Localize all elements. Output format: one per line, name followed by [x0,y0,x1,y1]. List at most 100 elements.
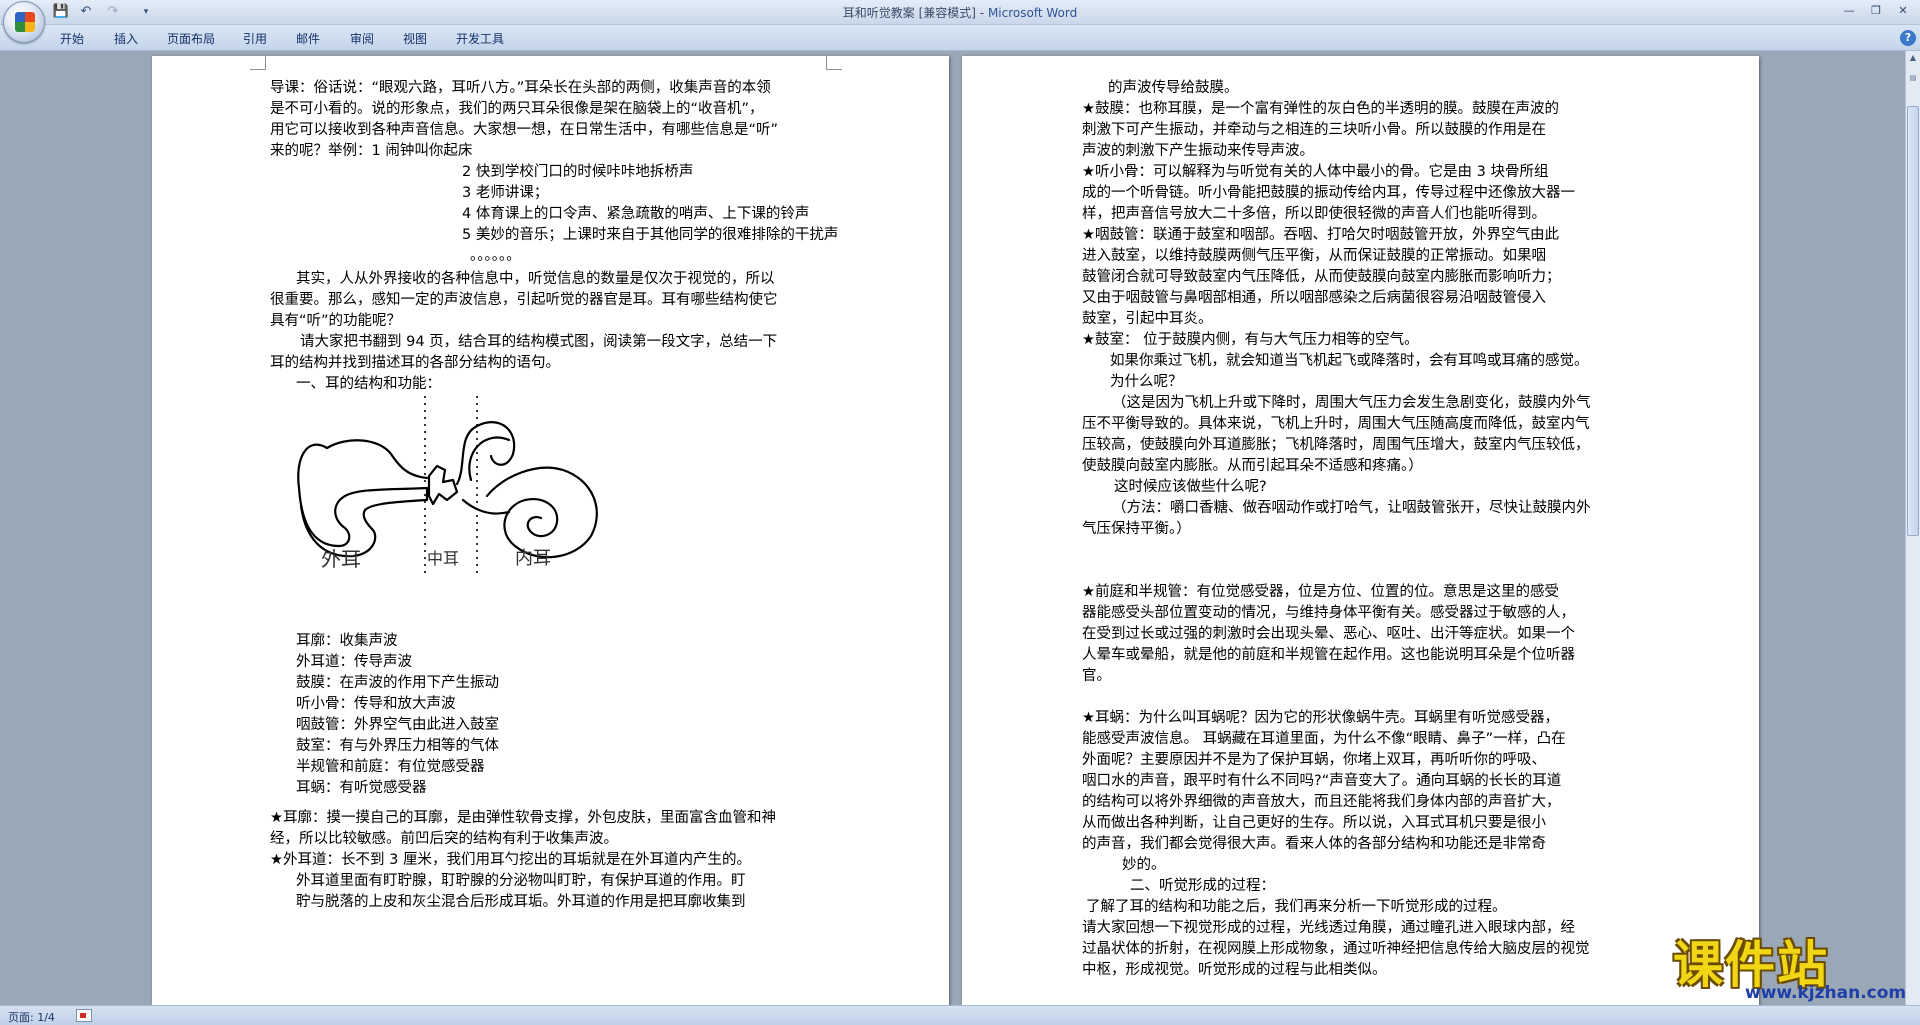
tab-references[interactable]: 引用 [243,30,267,47]
paragraph-line: 鼓室：有与外界压力相等的气体 [296,738,499,754]
tab-insert[interactable]: 插入 [114,30,138,47]
paragraph-line: ★听小骨：可以解释为与听觉有关的人体中最小的骨。它是由 3 块骨所组 [1082,164,1549,180]
paragraph-line: 的声音，我们都会觉得很大声。看来人体的各部分结构和功能还是非常奇 [1082,836,1546,852]
paragraph-line: 外面呢？主要原因并不是为了保护耳蜗，你堵上双耳，再听听你的呼吸、 [1082,752,1546,768]
tab-review[interactable]: 审阅 [350,30,374,47]
document-name: 耳和听觉教案 [兼容模式] [842,6,976,20]
app-name: Microsoft Word [987,6,1078,20]
label-outer-ear: 外耳 [321,547,361,571]
paragraph-line: 刺激下可产生振动，并牵动与之相连的三块听小骨。所以鼓膜的作用是在 [1082,122,1546,138]
paragraph-line: 咽口水的声音，跟平时有什么不同吗?“声音变大了。通向耳蜗的长长的耳道 [1082,773,1562,789]
paragraph-line: 这时候应该做些什么呢? [1114,479,1267,495]
vertical-scrollbar[interactable]: ▲ ▤ [1905,51,1920,1005]
paragraph-line: 声波的刺激下产生振动来传导声波。 [1082,143,1314,159]
document-page-1[interactable]: 导课：俗话说：“眼观六路，耳听八方。”耳朵长在头部的两侧，收集声音的本领 是不可小… [152,56,949,1005]
paragraph-line: 来的呢？举例：1 闹钟叫你起床 [270,143,473,159]
paragraph-line: 妙的。 [1122,857,1166,873]
ribbon-tabs: 开始 插入 页面布局 引用 邮件 审阅 视图 开发工具 ? [0,25,1920,51]
site-watermark: 课件站 www.kjzhan.com [1673,925,1918,1005]
tab-home[interactable]: 开始 [60,30,84,47]
paragraph-line: ★耳蜗：为什么叫耳蜗呢？因为它的形状像蜗牛壳。耳蜗里有听觉感受器， [1082,710,1559,726]
paragraph-line: 气压保持平衡。） [1082,521,1191,537]
paragraph-line: 用它可以接收到各种声音信息。大家想一想，在日常生活中，有哪些信息是“听” [270,122,779,138]
paragraph-line: 器能感受头部位置变动的情况，与维持身体平衡有关。感受器过于敏感的人， [1082,605,1575,621]
paragraph-line: 样，把声音信号放大二十多倍，所以即使很轻微的声音人们也能听得到。 [1082,206,1546,222]
paragraph-line: 压较高，使鼓膜向外耳道膨胀；飞机降落时，周围气压增大，鼓室内气压较低， [1082,437,1590,453]
paragraph-line: 4 体育课上的口令声、紧急疏散的哨声、上下课的铃声 [462,206,810,222]
paragraph-line: ★咽鼓管：联通于鼓室和咽部。吞咽、打哈欠时咽鼓管开放，外界空气由此 [1082,227,1559,243]
paragraph-line: 耳的结构并找到描述耳的各部分结构的语句。 [270,355,560,371]
page-count[interactable]: 页面: 1/4 [8,1009,55,1025]
maximize-button[interactable]: ❐ [1863,2,1889,20]
paragraph-line: 鼓膜：在声波的作用下产生振动 [296,675,499,691]
cochlea-link [461,498,511,515]
semicircular-canal [468,436,511,482]
scrollbar-thumb[interactable] [1907,106,1919,536]
paragraph-line: 的声波传导给鼓膜。 [1108,80,1239,96]
paragraph-line: 为什么呢？ [1110,374,1183,390]
minimize-button[interactable]: — [1836,2,1862,20]
paragraph-line: 5 美妙的音乐；上课时来自于其他同学的很难排除的干扰声 [462,227,839,243]
paragraph-line: 鼓管闭合就可导致鼓室内气压降低，从而使鼓膜向鼓室内膨胀而影响听力； [1082,269,1561,285]
close-button[interactable]: ✕ [1890,2,1916,20]
title-separator: - [975,6,988,20]
label-middle-ear: 中耳 [427,549,459,568]
paragraph-line: ★前庭和半规管：有位觉感受器，位是方位、位置的位。意思是这里的感受 [1082,584,1559,600]
paragraph-line: 很重要。那么，感知一定的声波信息，引起听觉的器官是耳。耳有哪些结构使它 [270,292,778,308]
paragraph-line: 其实，人从外界接收的各种信息中，听觉信息的数量是仅次于视觉的，所以 [296,271,775,287]
paragraph-line: 半规管和前庭：有位觉感受器 [296,759,485,775]
office-button[interactable] [3,1,45,43]
paragraph-line: 如果你乘过飞机，就会知道当飞机起飞或降落时，会有耳鸣或耳痛的感觉。 [1110,353,1589,369]
paragraph-line: 具有“听”的功能呢？ [270,313,402,329]
paragraph-line: 外耳道里面有盯聍腺，耵聍腺的分泌物叫盯聍，有保护耳道的作用。盯 [296,873,746,889]
paragraph-line: 2 快到学校门口的时候咔咔地拆桥声 [462,164,694,180]
paragraph-line: （这是因为飞机上升或下降时，周围大气压力会发生急剧变化，鼓膜内外气 [1112,395,1591,411]
paragraph-line: 压不平衡导致的。具体来说，飞机上升时，周围大气压随高度而降低，鼓室内气 [1082,416,1590,432]
paragraph-line: 一、耳的结构和功能： [296,376,441,392]
scroll-up-icon[interactable]: ▲ [1908,53,1918,63]
paragraph-line: 能感受声波信息。 耳蜗藏在耳道里面，为什么不像“眼睛、鼻子”一样，凸在 [1082,731,1566,747]
paragraph-line: 成的一个听骨链。听小骨能把鼓膜的振动传给内耳，传导过程中还像放大器一 [1082,185,1575,201]
paragraph-line: ★耳廓：摸一摸自己的耳廓，是由弹性软骨支撑，外包皮肤，里面富含血管和神 [270,810,776,826]
proofing-status-icon[interactable] [76,1009,92,1022]
paragraph-line: 了解了耳的结构和功能之后，我们再来分析一下听觉形成的过程。 [1086,899,1507,915]
title-bar: 💾 ↶ ↷ ▾ 耳和听觉教案 [兼容模式] - Microsoft Word —… [0,0,1920,43]
help-icon[interactable]: ? [1900,30,1916,46]
paragraph-line: 经，所以比较敏感。前凹后突的结构有利于收集声波。 [270,831,618,847]
tab-page-layout[interactable]: 页面布局 [167,30,215,47]
tab-mailings[interactable]: 邮件 [296,30,320,47]
paragraph-line: ★鼓膜：也称耳膜，是一个富有弹性的灰白色的半透明的膜。鼓膜在声波的 [1082,101,1559,117]
document-page-2[interactable]: 的声波传导给鼓膜。 ★鼓膜：也称耳膜，是一个富有弹性的灰白色的半透明的膜。鼓膜在声… [962,56,1759,1005]
paragraph-line: 3 老师讲课； [462,185,549,201]
paragraph-line: 官。 [1082,668,1111,684]
paragraph-line: 请大家回想一下视觉形成的过程，光线透过角膜，通过瞳孔进入眼球内部，经 [1082,920,1575,936]
ossicles [427,464,459,506]
paragraph-line: （方法：嚼口香糖、做吞咽动作或打哈气，让咽鼓管张开，尽快让鼓膜内外 [1112,500,1591,516]
inner-ear-loop [455,421,516,486]
ruler-toggle-icon[interactable]: ▤ [1908,73,1918,83]
paragraph-line: 咽鼓管：外界空气由此进入鼓室 [296,717,499,733]
paragraph-line: 听小骨：传导和放大声波 [296,696,456,712]
tab-view[interactable]: 视图 [403,30,427,47]
paragraph-line: 聍与脱落的上皮和灰尘混合后形成耳垢。外耳道的作用是把耳廓收集到 [296,894,746,910]
paragraph-line: 外耳道：传导声波 [296,654,412,670]
outer-ear-shape [297,443,429,558]
document-workspace[interactable]: 导课：俗话说：“眼观六路，耳听八方。”耳朵长在头部的两侧，收集声音的本领 是不可小… [0,51,1905,1005]
ear-structure-diagram: 外耳 中耳 内耳 [297,396,598,576]
paragraph-line: 进入鼓室，以维持鼓膜两侧气压平衡，从而保证鼓膜的正常振动。如果咽 [1082,248,1546,264]
paragraph-line: 二、听觉形成的过程： [1130,878,1275,894]
paragraph-line: ★外耳道：长不到 3 厘米，我们用耳勺挖出的耳垢就是在外耳道内产生的。 [270,852,751,868]
paragraph-line: 从而做出各种判断，让自己更好的生存。所以说，入耳式耳机只要是很小 [1082,815,1546,831]
tab-developer[interactable]: 开发工具 [456,30,504,47]
paragraph-line: 是不可小看的。说的形象点，我们的两只耳朵很像是架在脑袋上的“收音机”， [270,101,764,117]
window-title: 耳和听觉教案 [兼容模式] - Microsoft Word [0,4,1920,21]
margin-corner-mark [826,56,842,70]
paragraph-line: 鼓室，引起中耳炎。 [1082,311,1213,327]
paragraph-line: 人晕车或晕船，就是他的前庭和半规管在起作用。这也能说明耳朵是个位听器 [1082,647,1575,663]
margin-corner-mark [250,56,266,70]
paragraph-line: ★鼓室： 位于鼓膜内侧，有与大气压力相等的空气。 [1082,332,1419,348]
paragraph-line: 耳蜗：有听觉感受器 [296,780,427,796]
paragraph-line: 在受到过长或过强的刺激时会出现头晕、恶心、呕吐、出汗等症状。如果一个 [1082,626,1575,642]
paragraph-line: 又由于咽鼓管与鼻咽部相通，所以咽部感染之后病菌很容易沿咽鼓管侵入 [1082,290,1546,306]
paragraph-line: 中枢，形成视觉。听觉形成的过程与此相类似。 [1082,962,1387,978]
